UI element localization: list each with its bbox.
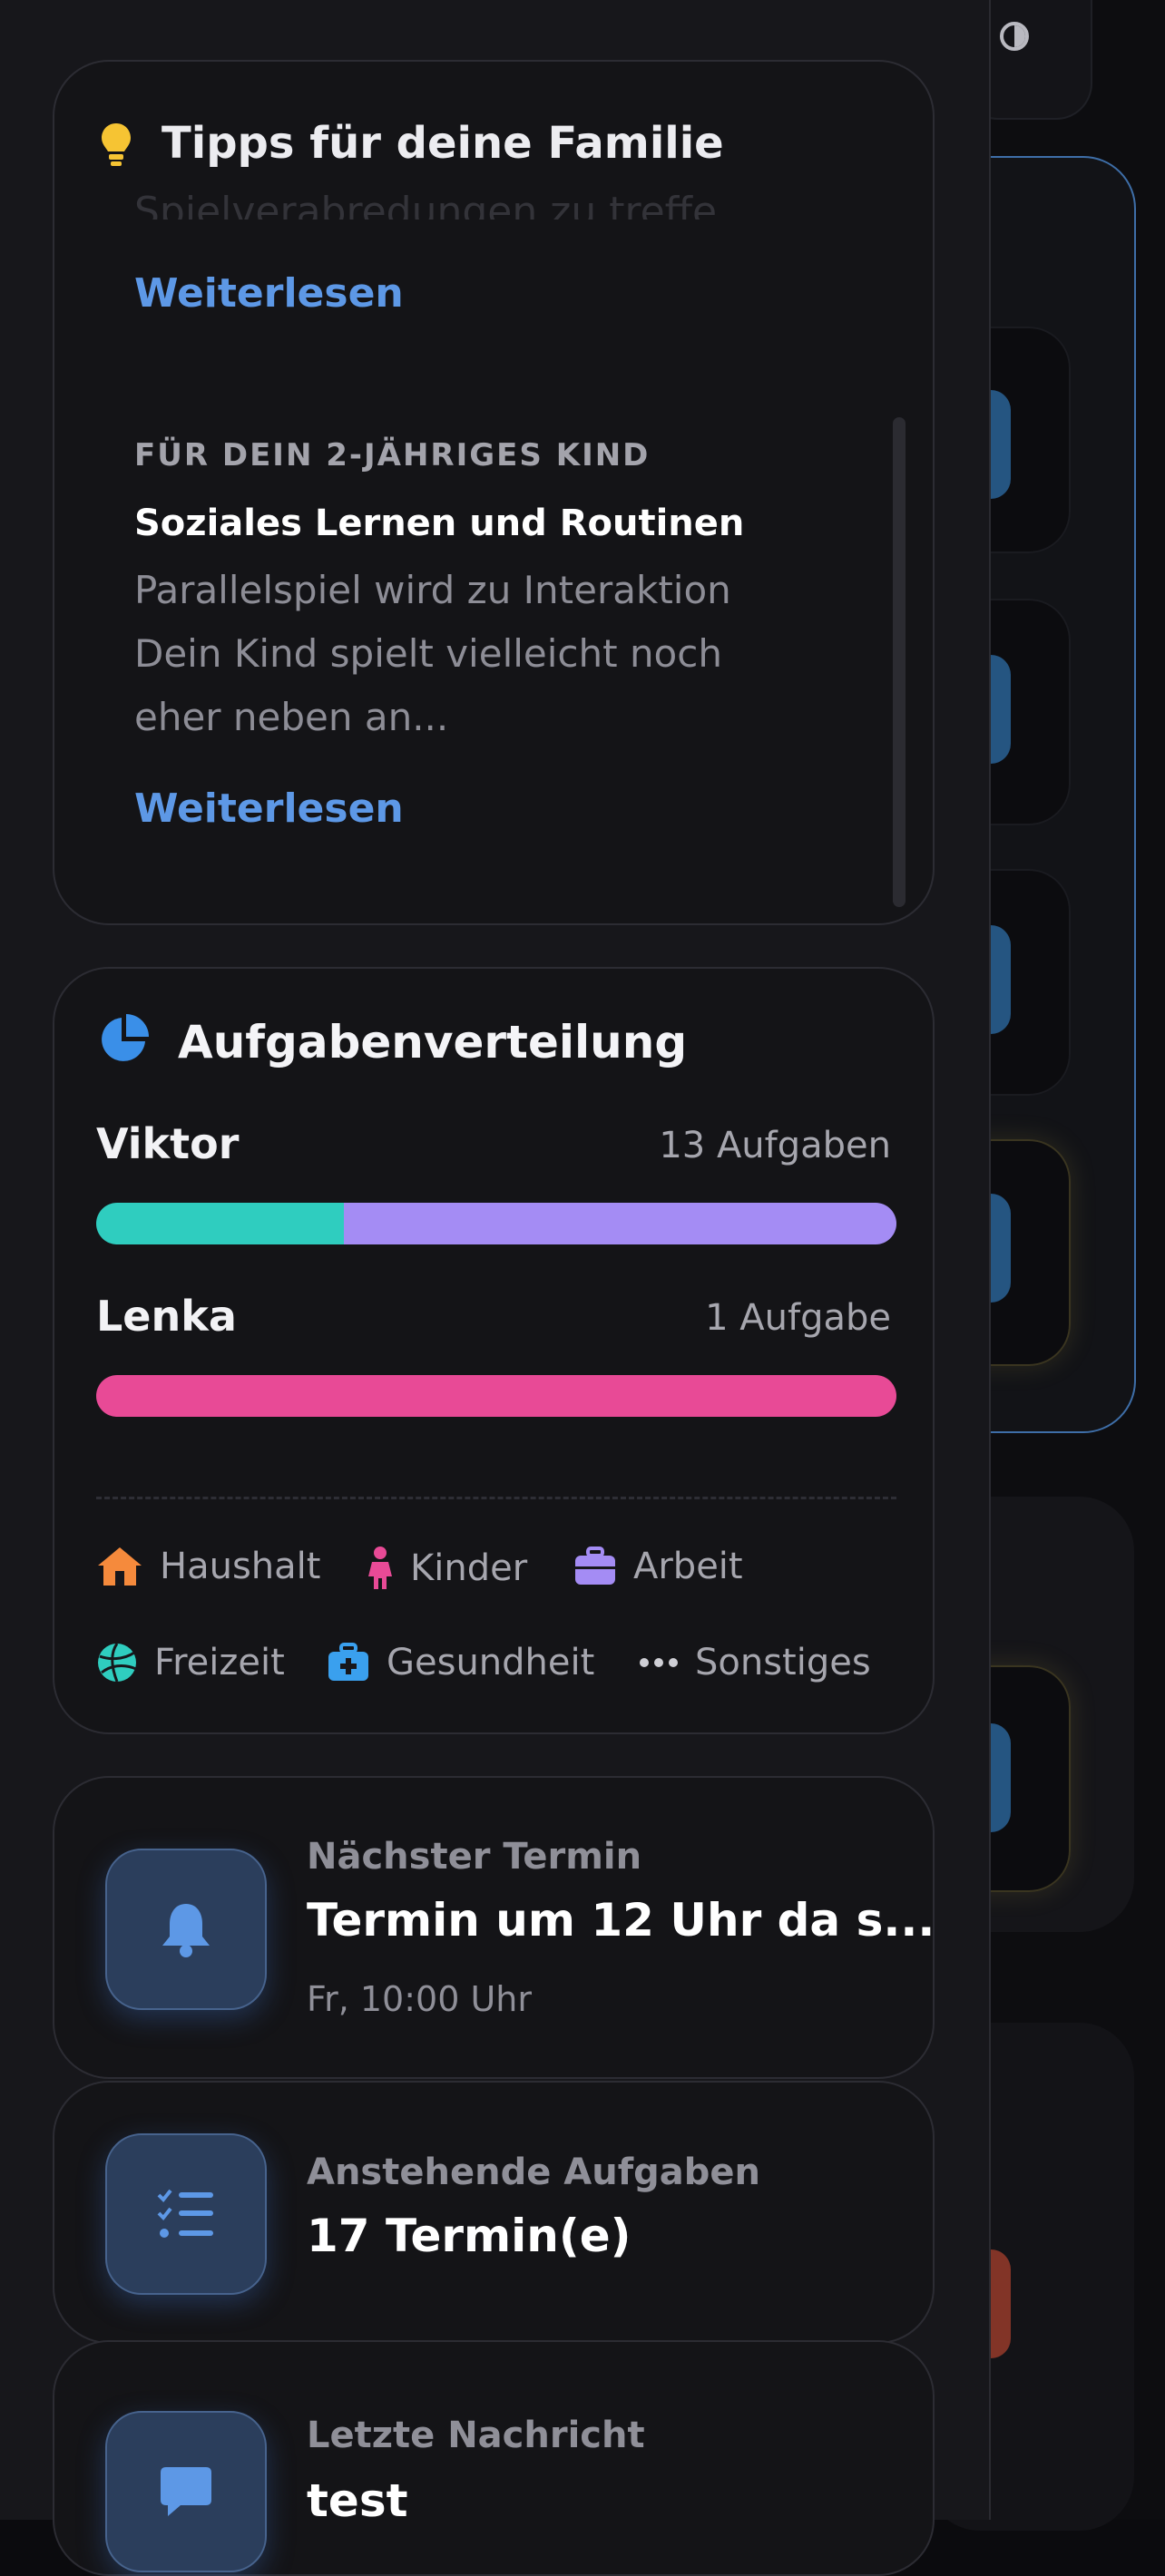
tips-scrollbar[interactable] xyxy=(893,417,906,907)
legend-label: Gesundheit xyxy=(387,1642,595,1683)
next-appointment-card[interactable]: Nächster Termin Termin um 12 Uhr da s...… xyxy=(53,1776,935,2079)
legend-label: Kinder xyxy=(410,1547,528,1589)
task-count: 1 Aufgabe xyxy=(705,1297,891,1339)
child-icon xyxy=(368,1547,392,1589)
card-value: 17 Termin(e) xyxy=(307,2210,631,2262)
legend-label: Haushalt xyxy=(160,1546,321,1587)
legend-label: Arbeit xyxy=(633,1546,743,1587)
tips-card: Tipps für deine Familie Spielverabredung… xyxy=(53,60,935,925)
legend-item-freizeit: Freizeit xyxy=(96,1642,285,1683)
distribution-bar-lenka xyxy=(96,1375,896,1417)
person-name: Viktor xyxy=(96,1119,240,1168)
read-more-link[interactable]: Weiterlesen xyxy=(134,270,404,317)
task-distribution-card: Aufgabenverteilung Viktor 13 Aufgaben Le… xyxy=(53,967,935,1734)
house-icon xyxy=(98,1547,142,1586)
first-aid-kit-icon xyxy=(328,1643,368,1681)
person-name: Lenka xyxy=(96,1292,237,1341)
bell-icon xyxy=(105,1849,267,2010)
tip-body-line: eher neben an... xyxy=(134,695,449,739)
legend-item-sonstiges: Sonstiges xyxy=(639,1642,871,1683)
legend-item-kinder: Kinder xyxy=(367,1546,527,1591)
tip-title: Soziales Lernen und Routinen xyxy=(134,503,745,544)
tip-body-line: Parallelspiel wird zu Interaktion xyxy=(134,568,731,612)
tip-body-line: Dein Kind spielt vielleicht noch xyxy=(134,631,722,676)
legend-label: Sonstiges xyxy=(695,1642,871,1683)
card-label: Nächster Termin xyxy=(307,1836,642,1878)
legend-item-arbeit: Arbeit xyxy=(573,1546,743,1587)
sidebar-panel: Tipps für deine Familie Spielverabredung… xyxy=(0,0,991,2576)
distribution-bar-viktor xyxy=(96,1203,896,1244)
legend-label: Freizeit xyxy=(154,1642,285,1683)
tip-kicker: FÜR DEIN 2-JÄHRIGES KIND xyxy=(134,437,651,473)
previous-tip-excerpt: Spielverabredungen zu treffe... xyxy=(134,189,755,220)
card-label: Anstehende Aufgaben xyxy=(307,2152,760,2193)
pie-chart-icon xyxy=(102,1014,149,1061)
card-value: test xyxy=(307,2474,408,2527)
divider xyxy=(96,1497,896,1499)
legend-item-gesundheit: Gesundheit xyxy=(327,1642,594,1683)
volleyball-icon xyxy=(98,1643,137,1683)
bar-segment-arbeit xyxy=(344,1203,896,1244)
contrast-icon[interactable] xyxy=(1000,22,1029,51)
more-dots-icon xyxy=(640,1658,678,1667)
legend-item-haushalt: Haushalt xyxy=(96,1546,320,1587)
card-value: Termin um 12 Uhr da s... xyxy=(307,1894,935,1947)
chat-bubble-icon xyxy=(105,2411,267,2572)
read-more-link[interactable]: Weiterlesen xyxy=(134,785,404,832)
bar-segment-kinder xyxy=(96,1375,896,1417)
card-label: Letzte Nachricht xyxy=(307,2415,645,2456)
tip-body: Parallelspiel wird zu Interaktion Dein K… xyxy=(134,559,824,749)
last-message-card[interactable]: Letzte Nachricht test xyxy=(53,2340,935,2576)
lightbulb-icon xyxy=(102,123,131,166)
card-subtext: Fr, 10:00 Uhr xyxy=(307,1979,532,2019)
pending-tasks-card[interactable]: Anstehende Aufgaben 17 Termin(e) xyxy=(53,2081,935,2344)
briefcase-icon xyxy=(575,1547,615,1585)
checklist-icon xyxy=(105,2133,267,2295)
task-count: 13 Aufgaben xyxy=(659,1125,891,1166)
tips-title: Tipps für deine Familie xyxy=(162,118,724,169)
bar-segment-haushalt xyxy=(96,1203,345,1244)
distribution-title: Aufgabenverteilung xyxy=(178,1016,688,1068)
